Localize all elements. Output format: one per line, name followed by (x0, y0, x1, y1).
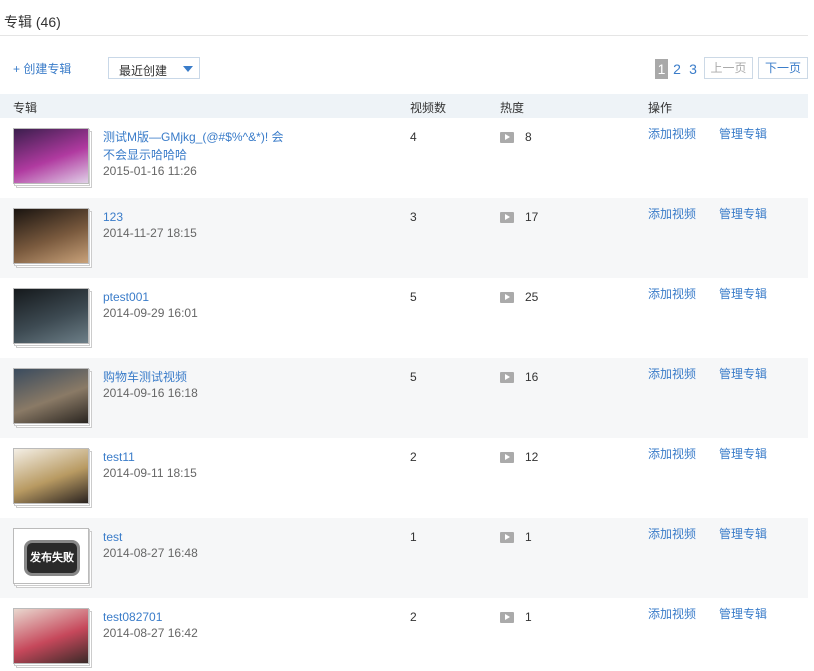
manage-album-link[interactable]: 管理专辑 (719, 125, 767, 142)
play-icon (500, 132, 514, 143)
add-video-link[interactable]: 添加视频 (648, 605, 696, 622)
album-title-link[interactable]: 购物车测试视频 (103, 368, 293, 386)
album-thumbnail[interactable]: 发布失败 (13, 528, 89, 584)
album-title-link[interactable]: ptest001 (103, 288, 293, 306)
add-video-link[interactable]: 添加视频 (648, 285, 696, 302)
caret-down-icon (183, 66, 193, 72)
thumbnail-stack[interactable] (13, 448, 92, 508)
video-count: 4 (410, 130, 417, 144)
play-icon (500, 372, 514, 383)
album-title-link[interactable]: 测试M版—GMjkg_(@#$%^&*)! 会不会显示哈哈哈 (103, 128, 293, 164)
manage-album-link[interactable]: 管理专辑 (719, 525, 767, 542)
pagination: 1 2 3 上一页 下一页 (648, 57, 808, 79)
manage-album-link[interactable]: 管理专辑 (719, 605, 767, 622)
column-header-heat: 热度 (500, 101, 525, 115)
page-3-button[interactable]: 3 (686, 59, 700, 79)
heat-value: 8 (525, 130, 532, 144)
sort-dropdown[interactable]: 最近创建 (108, 57, 200, 79)
album-thumbnail[interactable] (13, 208, 89, 264)
heat-value: 1 (525, 530, 532, 544)
add-video-link[interactable]: 添加视频 (648, 365, 696, 382)
thumbnail-stack[interactable] (13, 368, 92, 428)
video-count: 2 (410, 450, 417, 464)
table-row: 购物车测试视频 2014-09-16 16:18 5 16 添加视频 管理专辑 (0, 358, 808, 438)
column-header-album: 专辑 (13, 101, 38, 115)
table-header: 专辑 视频数 热度 操作 (0, 94, 808, 118)
table-row: test11 2014-09-11 18:15 2 12 添加视频 管理专辑 (0, 438, 808, 518)
album-created-date: 2014-09-11 18:15 (103, 466, 197, 480)
page-1-button[interactable]: 1 (655, 59, 668, 79)
heat-value: 17 (525, 210, 539, 224)
thumbnail-stack[interactable] (13, 608, 92, 668)
next-page-button[interactable]: 下一页 (758, 57, 808, 79)
heat-value: 12 (525, 450, 539, 464)
album-created-date: 2014-08-27 16:42 (103, 626, 198, 640)
heat-value: 1 (525, 610, 532, 624)
manage-album-link[interactable]: 管理专辑 (719, 205, 767, 222)
thumbnail-stack[interactable] (13, 128, 92, 188)
create-album-button[interactable]: + 创建专辑 (13, 60, 71, 77)
album-created-date: 2015-01-16 11:26 (103, 164, 197, 178)
table-row: test082701 2014-08-27 16:42 2 1 添加视频 管理专… (0, 598, 808, 671)
table-row: 发布失败 test 2014-08-27 16:48 1 1 添加视频 管理专辑 (0, 518, 808, 598)
play-icon (500, 612, 514, 623)
album-list: 测试M版—GMjkg_(@#$%^&*)! 会不会显示哈哈哈 2015-01-1… (0, 118, 808, 671)
toolbar: + 创建专辑 最近创建 1 2 3 上一页 下一页 (0, 56, 808, 82)
heat-value: 16 (525, 370, 539, 384)
album-title-link[interactable]: test082701 (103, 608, 293, 626)
publish-failed-badge: 发布失败 (24, 540, 80, 576)
add-video-link[interactable]: 添加视频 (648, 205, 696, 222)
column-header-video-count: 视频数 (410, 101, 447, 115)
heat-value: 25 (525, 290, 539, 304)
album-thumbnail[interactable] (13, 448, 89, 504)
video-count: 1 (410, 530, 417, 544)
play-icon (500, 212, 514, 223)
video-count: 2 (410, 610, 417, 624)
video-count: 5 (410, 290, 417, 304)
thumbnail-stack[interactable] (13, 288, 92, 348)
table-row: 123 2014-11-27 18:15 3 17 添加视频 管理专辑 (0, 198, 808, 278)
video-count: 3 (410, 210, 417, 224)
album-created-date: 2014-09-29 16:01 (103, 306, 198, 320)
album-created-date: 2014-11-27 18:15 (103, 226, 197, 240)
thumbnail-stack[interactable]: 发布失败 (13, 528, 92, 588)
album-thumbnail[interactable] (13, 128, 89, 184)
sort-dropdown-value: 最近创建 (119, 64, 168, 78)
page-title: 专辑 (46) (4, 14, 61, 30)
manage-album-link[interactable]: 管理专辑 (719, 365, 767, 382)
prev-page-button[interactable]: 上一页 (704, 57, 753, 79)
album-thumbnail[interactable] (13, 608, 89, 664)
page-2-button[interactable]: 2 (670, 59, 684, 79)
add-video-link[interactable]: 添加视频 (648, 525, 696, 542)
video-count: 5 (410, 370, 417, 384)
album-thumbnail[interactable] (13, 288, 89, 344)
thumbnail-stack[interactable] (13, 208, 92, 268)
manage-album-link[interactable]: 管理专辑 (719, 445, 767, 462)
play-icon (500, 292, 514, 303)
album-title-link[interactable]: test11 (103, 448, 293, 466)
column-header-actions: 操作 (648, 101, 673, 115)
play-icon (500, 532, 514, 543)
manage-album-link[interactable]: 管理专辑 (719, 285, 767, 302)
album-created-date: 2014-09-16 16:18 (103, 386, 198, 400)
page-header: 专辑 (46) (0, 0, 808, 36)
album-title-link[interactable]: test (103, 528, 293, 546)
album-created-date: 2014-08-27 16:48 (103, 546, 198, 560)
add-video-link[interactable]: 添加视频 (648, 445, 696, 462)
table-row: 测试M版—GMjkg_(@#$%^&*)! 会不会显示哈哈哈 2015-01-1… (0, 118, 808, 198)
album-title-link[interactable]: 123 (103, 208, 293, 226)
album-thumbnail[interactable] (13, 368, 89, 424)
add-video-link[interactable]: 添加视频 (648, 125, 696, 142)
table-row: ptest001 2014-09-29 16:01 5 25 添加视频 管理专辑 (0, 278, 808, 358)
play-icon (500, 452, 514, 463)
